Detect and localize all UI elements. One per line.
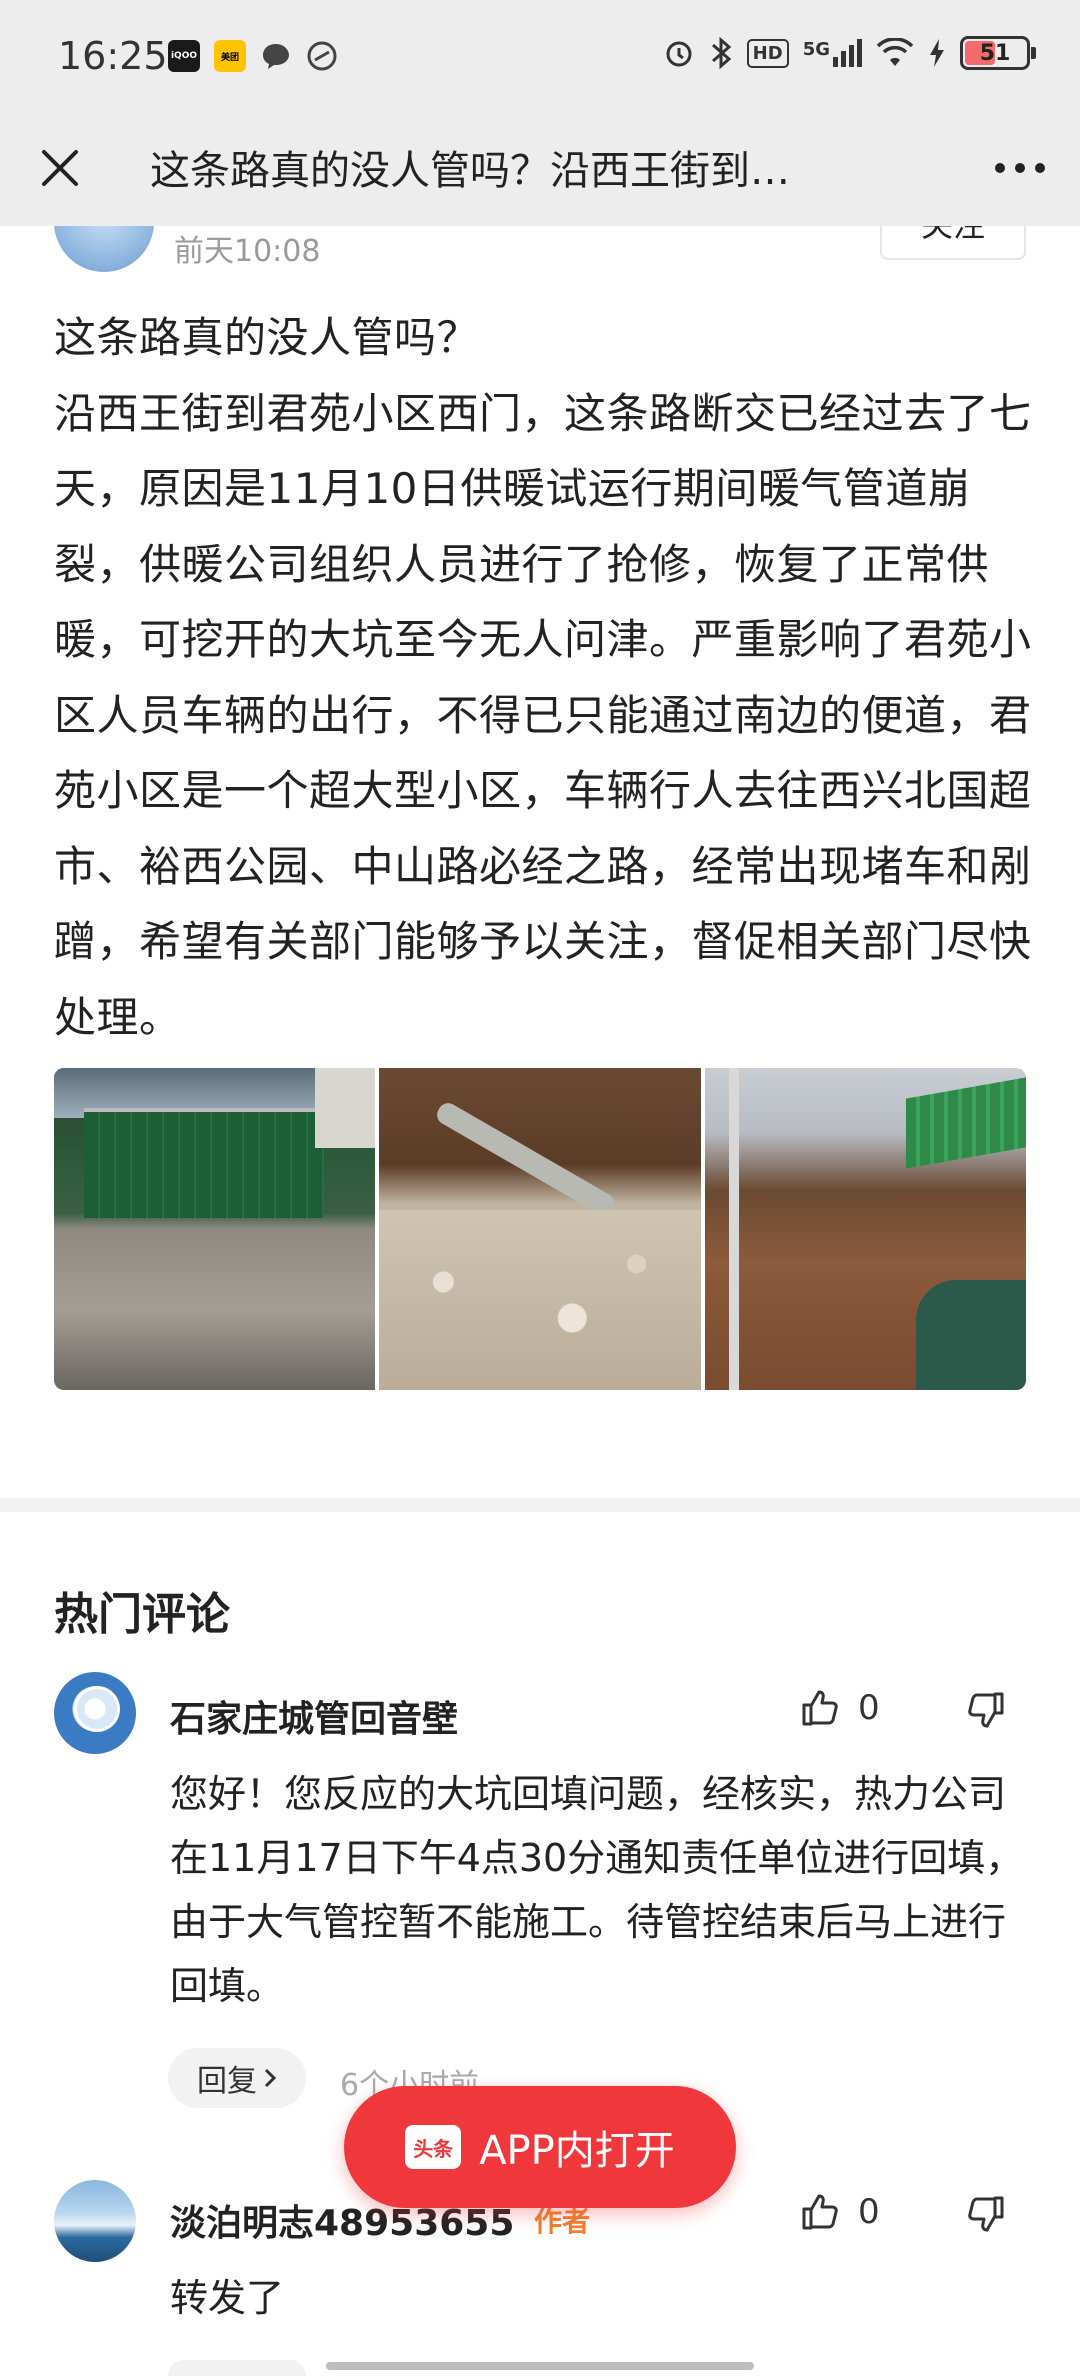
like-count: 0 bbox=[858, 1688, 880, 1728]
post-image-2[interactable] bbox=[379, 1068, 701, 1390]
like-button[interactable]: 0 bbox=[800, 2192, 880, 2232]
open-in-app-button[interactable]: 头条 APP内打开 bbox=[344, 2086, 736, 2208]
section-divider bbox=[0, 1498, 1080, 1512]
close-button[interactable] bbox=[28, 136, 92, 200]
comment-avatar[interactable] bbox=[54, 2180, 136, 2262]
status-bar: 16:25 iQOO 美团 HD 5G 51 bbox=[0, 0, 1080, 112]
post-image-grid bbox=[54, 1068, 1026, 1390]
hd-icon: HD bbox=[746, 38, 789, 68]
like-count: 0 bbox=[858, 2192, 880, 2232]
more-button[interactable] bbox=[988, 136, 1052, 200]
more-icon bbox=[995, 163, 1045, 173]
signal-icon: 5G bbox=[803, 39, 862, 67]
thumbs-up-icon bbox=[802, 1690, 838, 1726]
dislike-button[interactable] bbox=[966, 1690, 1006, 1734]
status-time: 16:25 bbox=[58, 34, 168, 78]
thumbs-down-icon bbox=[968, 2196, 1004, 2232]
system-icons: HD 5G 51 bbox=[663, 36, 1036, 70]
post-body-paragraph: 沿西王街到君苑小区西门，这条路断交已经过去了七天，原因是11月10日供暖试运行期… bbox=[54, 388, 1032, 1042]
link-icon bbox=[306, 40, 338, 72]
iqoo-app-icon: iQOO bbox=[168, 40, 200, 72]
comment-text: 转发了 bbox=[170, 2276, 285, 2320]
bluetooth-icon bbox=[711, 36, 731, 70]
charging-icon bbox=[930, 39, 944, 67]
comment-text: 您好！您反应的大坑回填问题，经核实，热力公司在11月17日下午4点30分通知责任… bbox=[170, 1772, 1024, 2008]
reply-button[interactable]: 回复 bbox=[168, 2048, 306, 2108]
comment-author-name[interactable]: 石家庄城管回音壁 bbox=[170, 1690, 458, 1742]
chat-icon bbox=[260, 40, 292, 72]
chevron-right-icon bbox=[264, 2068, 277, 2088]
post-image-3[interactable] bbox=[704, 1068, 1026, 1390]
hot-comments-title: 热门评论 bbox=[54, 1589, 230, 1640]
thumbs-up-icon bbox=[802, 2194, 838, 2230]
post-image-1[interactable] bbox=[54, 1068, 376, 1390]
page-title: 这条路真的没人管吗？沿西王街到… bbox=[150, 148, 790, 194]
wifi-icon bbox=[876, 38, 914, 66]
toutiao-logo-icon: 头条 bbox=[405, 2125, 462, 2169]
notification-icons: iQOO 美团 bbox=[168, 40, 338, 72]
open-in-app-label: APP内打开 bbox=[479, 2128, 675, 2174]
post-time: 前天10:08 bbox=[174, 234, 321, 269]
dislike-button[interactable] bbox=[966, 2194, 1006, 2238]
post-body-line: 这条路真的没人管吗？ bbox=[54, 313, 480, 362]
title-bar: 这条路真的没人管吗？沿西王街到… bbox=[0, 112, 1080, 226]
battery-icon: 51 bbox=[960, 36, 1036, 70]
reply-label: 回复 bbox=[197, 2064, 257, 2099]
post-body: 这条路真的没人管吗？ 沿西王街到君苑小区西门，这条路断交已经过去了七天，原因是1… bbox=[54, 300, 1034, 1055]
like-button[interactable]: 0 bbox=[800, 1688, 880, 1728]
comment-avatar[interactable] bbox=[54, 1672, 136, 1754]
alarm-icon bbox=[666, 41, 692, 67]
thumbs-down-icon bbox=[968, 1692, 1004, 1728]
reply-button[interactable] bbox=[168, 2360, 306, 2376]
home-indicator[interactable] bbox=[326, 2362, 754, 2370]
meituan-app-icon: 美团 bbox=[214, 40, 246, 72]
close-icon bbox=[42, 150, 78, 186]
